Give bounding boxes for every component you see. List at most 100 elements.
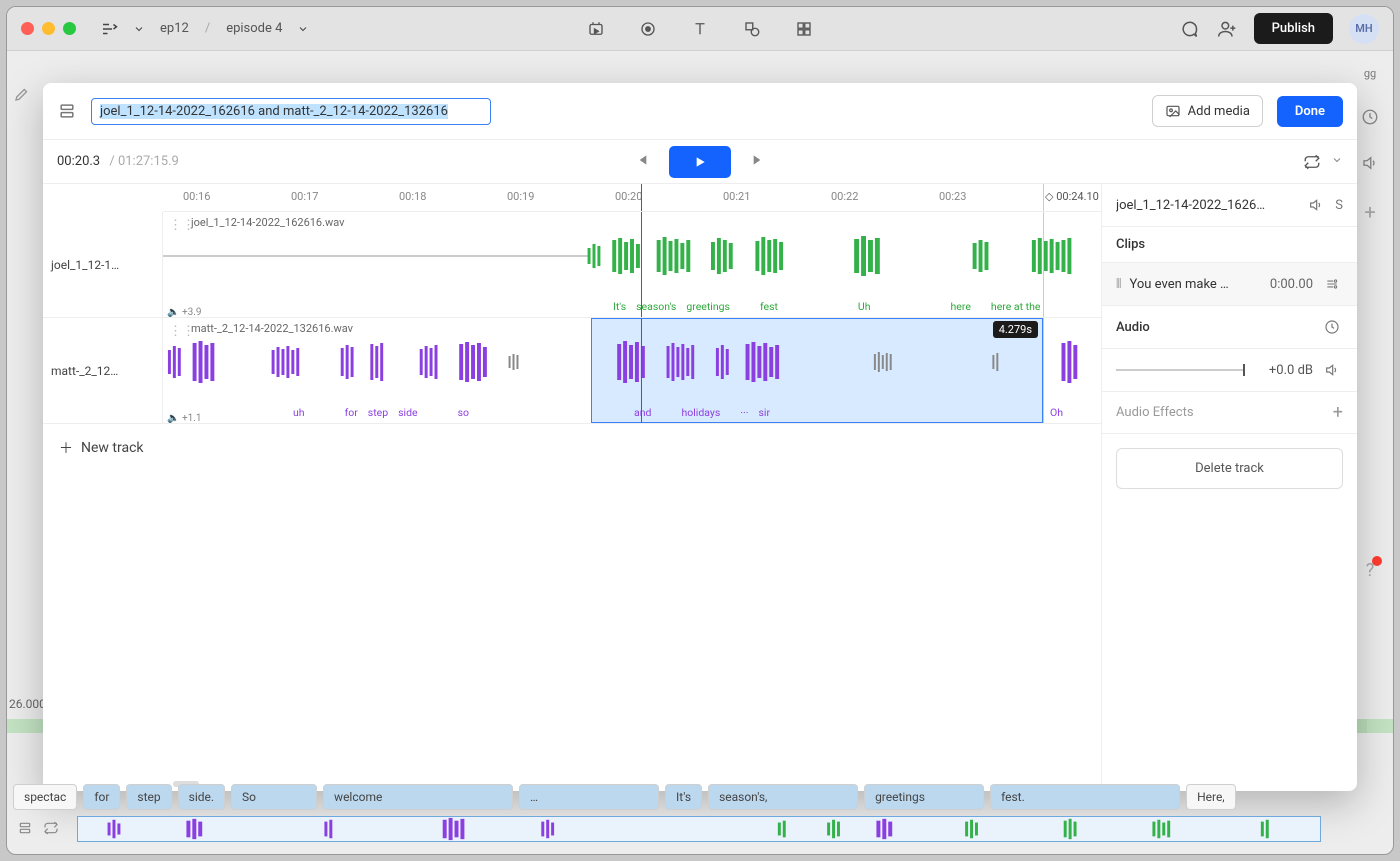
time-ruler[interactable]: 00:16 00:17 00:18 00:19 00:20 00:21 00:2… xyxy=(163,184,1101,212)
media-icon[interactable] xyxy=(585,18,607,40)
publish-button[interactable]: Publish xyxy=(1254,13,1333,44)
selection-duration-badge: 4.279s xyxy=(993,321,1038,338)
track-name-label: joel_1_12-14-2022_1626… xyxy=(1116,198,1297,213)
ruler-end-label: ◇ 00:24.10 xyxy=(1045,190,1099,203)
composition-name-input[interactable]: joel_1_12-14-2022_162616 and matt-_2_12-… xyxy=(91,98,491,125)
text-icon[interactable] xyxy=(689,18,711,40)
plus-icon[interactable]: + xyxy=(1333,402,1343,423)
time-total: / 01:27:15.9 xyxy=(106,154,179,169)
word[interactable]: Uh xyxy=(858,300,871,313)
word[interactable]: and xyxy=(634,406,651,419)
record-icon[interactable] xyxy=(637,18,659,40)
speaker-icon[interactable] xyxy=(1305,194,1327,216)
bg-rail: gg + ? xyxy=(1355,67,1385,581)
word[interactable]: greetings xyxy=(686,300,730,313)
ruler-tick: 00:19 xyxy=(507,190,534,203)
track-header[interactable]: matt-_2_12… xyxy=(43,318,163,423)
waveform-purple xyxy=(163,340,1101,384)
word-chip[interactable]: So xyxy=(231,784,317,810)
add-media-button[interactable]: Add media xyxy=(1152,95,1263,127)
end-marker[interactable] xyxy=(1043,184,1044,211)
center-toolbar xyxy=(585,18,815,40)
ruler-tick: 00:17 xyxy=(291,190,318,203)
solo-button[interactable]: S xyxy=(1335,198,1343,213)
word[interactable]: ··· xyxy=(740,406,748,419)
word[interactable]: sir xyxy=(759,406,771,419)
word[interactable]: here xyxy=(951,300,971,313)
clock-icon[interactable] xyxy=(1321,316,1343,338)
avatar[interactable]: MH xyxy=(1349,14,1379,44)
gain-slider[interactable] xyxy=(1116,369,1245,371)
app-logo-icon[interactable] xyxy=(100,20,118,38)
word[interactable]: holidays xyxy=(681,406,720,419)
skip-forward-icon[interactable] xyxy=(751,152,767,172)
gain-row: +0.0 dB xyxy=(1102,349,1357,392)
word-chip[interactable]: side. xyxy=(178,784,225,810)
chevron-down-icon[interactable] xyxy=(294,20,312,38)
delete-track-button[interactable]: Delete track xyxy=(1116,448,1343,489)
settings-icon[interactable] xyxy=(1321,273,1343,295)
breadcrumb-episode[interactable]: episode 4 xyxy=(226,21,282,36)
speaker-icon[interactable] xyxy=(1321,359,1343,381)
playhead[interactable] xyxy=(641,318,642,423)
word-chip[interactable]: welcome xyxy=(323,784,513,810)
playhead[interactable] xyxy=(641,184,642,211)
ruler-tick: 00:21 xyxy=(723,190,750,203)
clips-label: Clips xyxy=(1116,237,1145,252)
clip-item[interactable]: ⫴ You even make … 0:00.00 xyxy=(1102,263,1357,306)
breadcrumb-sep: / xyxy=(205,21,210,36)
chevron-down-icon[interactable] xyxy=(130,20,148,38)
plus-icon: ＋ xyxy=(59,438,73,458)
track-row: matt-_2_12… ⋮⋮ matt-_2_12-14-2022_132616… xyxy=(43,318,1101,424)
effects-label: Audio Effects xyxy=(1116,405,1194,420)
inspector-pane: joel_1_12-14-2022_1626… S Clips ⫴ You ev… xyxy=(1101,184,1357,791)
track-body[interactable]: ⋮⋮ matt-_2_12-14-2022_132616.wav 4.279s xyxy=(163,318,1101,423)
word-chip[interactable]: fest. xyxy=(990,784,1180,810)
comment-icon[interactable] xyxy=(1178,18,1200,40)
image-icon xyxy=(1165,103,1181,119)
word-chip[interactable]: for xyxy=(83,784,120,810)
editor-area: 00:16 00:17 00:18 00:19 00:20 00:21 00:2… xyxy=(43,184,1357,791)
add-user-icon[interactable] xyxy=(1216,18,1238,40)
grid-icon[interactable] xyxy=(793,18,815,40)
word[interactable]: Oh xyxy=(1050,406,1063,419)
track-body[interactable]: ⋮⋮ joel_1_12-14-2022_162616.wav xyxy=(163,212,1101,317)
done-button[interactable]: Done xyxy=(1277,96,1343,127)
new-track-button[interactable]: ＋ New track xyxy=(43,424,1101,472)
shapes-icon[interactable] xyxy=(741,18,763,40)
layers-icon[interactable] xyxy=(57,101,77,121)
close-window-icon[interactable] xyxy=(21,22,34,35)
word-chip[interactable]: step xyxy=(126,784,171,810)
chevron-down-icon[interactable] xyxy=(1331,154,1343,170)
clip-title: You even make … xyxy=(1129,277,1261,292)
word[interactable]: side xyxy=(398,406,417,419)
minimize-window-icon[interactable] xyxy=(42,22,55,35)
word[interactable]: step xyxy=(368,406,388,419)
word-chip[interactable]: season's, xyxy=(708,784,858,810)
mini-waveform[interactable] xyxy=(77,816,1321,842)
word-chip[interactable]: It's xyxy=(665,784,702,810)
loop-icon[interactable] xyxy=(43,820,59,840)
word[interactable]: fest xyxy=(760,300,778,313)
word[interactable]: season's xyxy=(636,300,676,313)
time-current: 00:20.3 xyxy=(57,154,100,169)
word[interactable]: uh xyxy=(293,406,305,419)
word-chip[interactable]: spectac xyxy=(13,784,77,810)
layers-icon[interactable] xyxy=(17,820,33,840)
word-chip[interactable]: … xyxy=(519,784,659,810)
end-marker xyxy=(1043,212,1044,317)
zoom-window-icon[interactable] xyxy=(63,22,76,35)
word-chip[interactable]: greetings xyxy=(864,784,984,810)
loop-icon[interactable] xyxy=(1301,151,1323,173)
word-chip[interactable]: Here, xyxy=(1186,784,1236,810)
mini-toolbar xyxy=(17,820,59,840)
play-button[interactable] xyxy=(669,146,731,178)
word[interactable]: It's xyxy=(613,300,626,313)
skip-back-icon[interactable] xyxy=(633,152,649,172)
playhead[interactable] xyxy=(641,212,642,317)
word[interactable]: for xyxy=(345,406,358,419)
breadcrumb-project[interactable]: ep12 xyxy=(160,21,189,36)
track-header[interactable]: joel_1_12-1… xyxy=(43,212,163,317)
word[interactable]: so xyxy=(458,406,469,419)
word[interactable]: here at the xyxy=(991,300,1041,313)
